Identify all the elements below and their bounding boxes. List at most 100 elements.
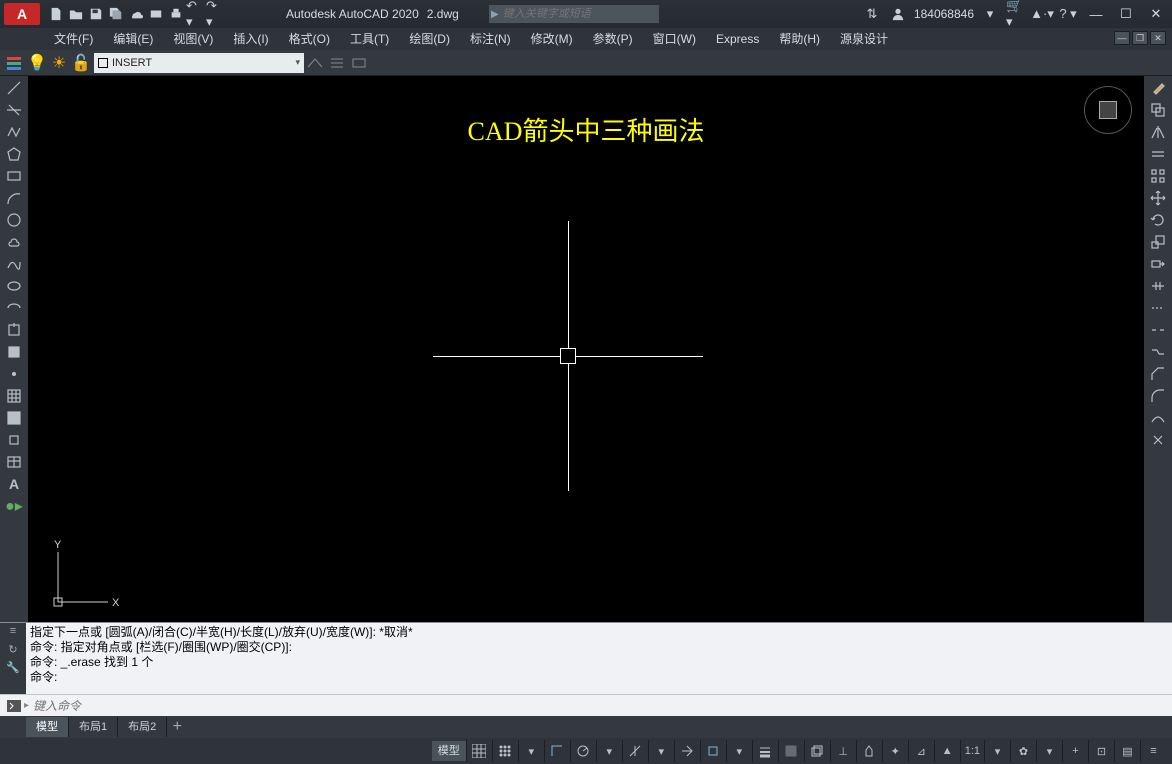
gradient-tool[interactable]: [3, 408, 25, 428]
line-tool[interactable]: [3, 78, 25, 98]
move-tool[interactable]: [1147, 188, 1169, 208]
status-dropdown-4[interactable]: ▾: [726, 740, 752, 762]
polyline-tool[interactable]: [3, 122, 25, 142]
chamfer-tool[interactable]: [1147, 364, 1169, 384]
cloud-icon[interactable]: [126, 4, 146, 24]
gizmo-toggle[interactable]: ✦: [882, 740, 908, 762]
menu-express[interactable]: Express: [706, 28, 769, 50]
viewcube[interactable]: [1084, 86, 1134, 136]
cmd-history-icon[interactable]: ≡: [4, 625, 22, 641]
spline-tool[interactable]: [3, 254, 25, 274]
layer-dropdown[interactable]: INSERT ▾: [94, 53, 304, 73]
units-toggle[interactable]: ⊡: [1088, 740, 1114, 762]
explode-tool[interactable]: [1147, 430, 1169, 450]
polygon-tool[interactable]: [3, 144, 25, 164]
ortho-toggle[interactable]: [544, 740, 570, 762]
stretch-tool[interactable]: [1147, 254, 1169, 274]
menu-tools[interactable]: 工具(T): [340, 28, 399, 50]
tab-add-button[interactable]: +: [167, 718, 187, 736]
cmd-recent-icon[interactable]: ↻: [4, 643, 22, 659]
menu-parametric[interactable]: 参数(P): [583, 28, 643, 50]
hatch-tool[interactable]: [3, 386, 25, 406]
region-tool[interactable]: [3, 430, 25, 450]
workspace-switch[interactable]: ✿: [1010, 740, 1036, 762]
tab-layout2[interactable]: 布局2: [118, 717, 167, 737]
quick-properties[interactable]: ▤: [1114, 740, 1140, 762]
tab-model[interactable]: 模型: [26, 717, 69, 737]
layer-tool-3-icon[interactable]: [348, 52, 370, 74]
menu-insert[interactable]: 插入(I): [223, 28, 278, 50]
minimize-button[interactable]: —: [1084, 4, 1108, 24]
app-logo[interactable]: A: [4, 3, 40, 25]
menu-file[interactable]: 文件(F): [44, 28, 103, 50]
annotation-monitor[interactable]: +: [1062, 740, 1088, 762]
annotation-toggle[interactable]: ⊿: [908, 740, 934, 762]
customization-toggle[interactable]: ≡: [1140, 740, 1166, 762]
menu-modify[interactable]: 修改(M): [521, 28, 583, 50]
isodraft-toggle[interactable]: [622, 740, 648, 762]
menu-yq[interactable]: 源泉设计: [830, 28, 898, 50]
redo-icon[interactable]: ↷ ▾: [206, 4, 226, 24]
selection-cycling-toggle[interactable]: [804, 740, 830, 762]
blend-tool[interactable]: [1147, 408, 1169, 428]
save-icon[interactable]: [86, 4, 106, 24]
menu-view[interactable]: 视图(V): [163, 28, 223, 50]
cmd-customize-icon[interactable]: 🔧: [4, 661, 22, 677]
drawing-canvas[interactable]: CAD箭头中三种画法 X Y: [28, 76, 1144, 622]
mirror-tool[interactable]: [1147, 122, 1169, 142]
make-block-tool[interactable]: [3, 342, 25, 362]
osnap3d-toggle[interactable]: [700, 740, 726, 762]
ellipse-arc-tool[interactable]: [3, 298, 25, 318]
copy-tool[interactable]: [1147, 100, 1169, 120]
arc-tool[interactable]: [3, 188, 25, 208]
polar-toggle[interactable]: [570, 740, 596, 762]
search-input[interactable]: [501, 8, 659, 20]
lineweight-toggle[interactable]: [752, 740, 778, 762]
menu-window[interactable]: 窗口(W): [643, 28, 706, 50]
user-icon[interactable]: [888, 4, 908, 24]
dynucs-toggle[interactable]: ⊥: [830, 740, 856, 762]
mtext-tool[interactable]: A: [3, 474, 25, 494]
doc-restore-button[interactable]: ❐: [1132, 31, 1148, 45]
status-dropdown-2[interactable]: ▾: [596, 740, 622, 762]
annoscale-toggle[interactable]: ▲: [934, 740, 960, 762]
doc-close-button[interactable]: ✕: [1150, 31, 1166, 45]
fillet-tool[interactable]: [1147, 386, 1169, 406]
plot-icon[interactable]: [146, 4, 166, 24]
revcloud-tool[interactable]: [3, 232, 25, 252]
point-tool[interactable]: [3, 364, 25, 384]
menu-dimension[interactable]: 标注(N): [460, 28, 521, 50]
extend-tool[interactable]: [1147, 298, 1169, 318]
open-file-icon[interactable]: [66, 4, 86, 24]
menu-draw[interactable]: 绘图(D): [399, 28, 460, 50]
selection-filter-toggle[interactable]: [856, 740, 882, 762]
status-dropdown-6[interactable]: ▾: [1036, 740, 1062, 762]
maximize-button[interactable]: ☐: [1114, 4, 1138, 24]
close-button[interactable]: ✕: [1144, 4, 1168, 24]
break-tool[interactable]: [1147, 320, 1169, 340]
array-tool[interactable]: [1147, 166, 1169, 186]
transparency-toggle[interactable]: [778, 740, 804, 762]
undo-icon[interactable]: ↶ ▾: [186, 4, 206, 24]
status-dropdown-1[interactable]: ▾: [518, 740, 544, 762]
osnap-toggle[interactable]: [674, 740, 700, 762]
offset-tool[interactable]: [1147, 144, 1169, 164]
status-model-label[interactable]: 模型: [432, 741, 466, 761]
command-input[interactable]: [29, 699, 1168, 713]
status-dropdown-5[interactable]: ▾: [984, 740, 1010, 762]
ellipse-tool[interactable]: [3, 276, 25, 296]
snap-toggle[interactable]: [492, 740, 518, 762]
apps-icon[interactable]: ▲·▾: [1032, 4, 1052, 24]
search-box[interactable]: ▶: [489, 5, 659, 23]
layer-sun-icon[interactable]: ☀: [48, 52, 70, 74]
help-icon[interactable]: ? ▾: [1058, 4, 1078, 24]
layer-lock-icon[interactable]: 🔓: [70, 52, 92, 74]
grid-toggle[interactable]: [466, 740, 492, 762]
tab-layout1[interactable]: 布局1: [69, 717, 118, 737]
scale-label[interactable]: 1:1: [960, 740, 984, 762]
menu-format[interactable]: 格式(O): [279, 28, 340, 50]
menu-help[interactable]: 帮助(H): [769, 28, 830, 50]
layer-tool-1-icon[interactable]: [304, 52, 326, 74]
doc-minimize-button[interactable]: —: [1114, 31, 1130, 45]
scale-tool[interactable]: [1147, 232, 1169, 252]
